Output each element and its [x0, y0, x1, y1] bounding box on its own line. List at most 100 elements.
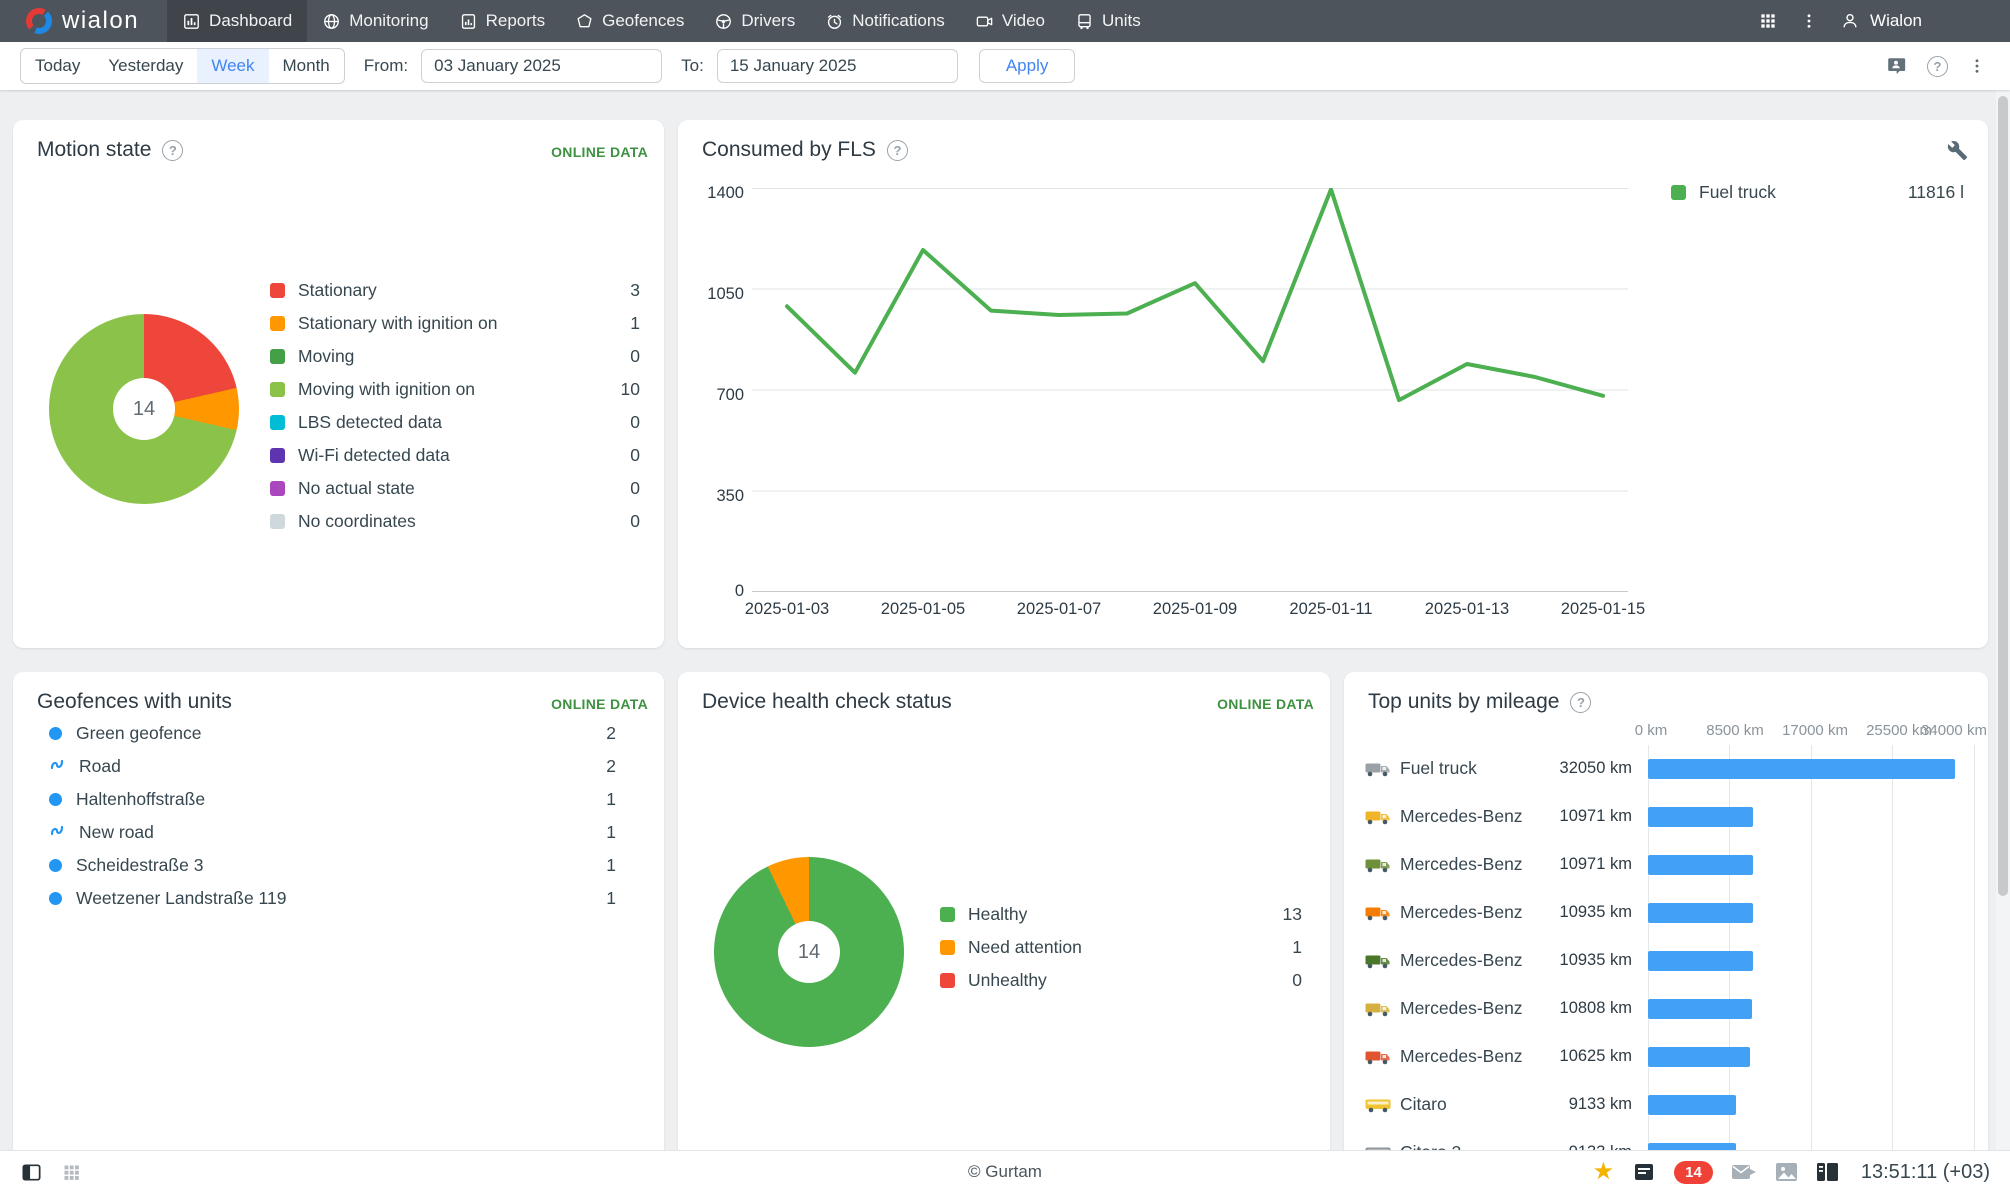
geofence-unit-count: 2	[606, 723, 616, 743]
legend-swatch	[270, 448, 285, 463]
nav-tab-label: Drivers	[741, 11, 796, 30]
range-yesterday-button[interactable]: Yesterday	[94, 49, 197, 83]
legend-item-no-coordinates[interactable]: No coordinates 0	[270, 505, 640, 538]
to-label: To:	[681, 56, 704, 75]
apply-button[interactable]: Apply	[978, 49, 1076, 83]
geofence-unit-count: 1	[606, 789, 616, 809]
geofence-route-icon	[49, 756, 65, 777]
consumed-by-fls-panel: Consumed by FLS Fuel truck 11816 l 1400 …	[678, 120, 1988, 648]
mileage-row[interactable]: Mercedes-Benz 10808 km	[1344, 985, 1988, 1033]
mileage-row[interactable]: Citaro 9133 km	[1344, 1081, 1988, 1129]
nav-tab-label: Video	[1001, 11, 1045, 30]
range-week-button[interactable]: Week	[197, 49, 269, 83]
help-icon[interactable]	[886, 139, 908, 161]
legend-label: Need attention	[968, 937, 1082, 957]
legend-item-moving-ignition[interactable]: Moving with ignition on 10	[270, 373, 640, 406]
panel-title-row: Top units by mileage	[1368, 690, 1592, 714]
mileage-row[interactable]: Fuel truck 32050 km	[1344, 745, 1988, 793]
mileage-row[interactable]: Mercedes-Benz 10935 km	[1344, 889, 1988, 937]
geofence-list-item[interactable]: New road 1	[49, 816, 616, 849]
vertical-scrollbar[interactable]	[1996, 90, 2010, 1151]
legend-value: 1	[630, 313, 640, 333]
geofence-name: Haltenhoffstraße	[76, 789, 206, 809]
mileage-row[interactable]: Mercedes-Benz 10971 km	[1344, 841, 1988, 889]
nav-tab-video[interactable]: Video	[960, 0, 1060, 42]
nav-tab-dashboard[interactable]: Dashboard	[167, 0, 308, 42]
unit-name: Fuel truck	[1400, 758, 1477, 778]
mileage-value: 10935 km	[1559, 951, 1632, 969]
toolbar-kebab-icon[interactable]	[1968, 57, 1986, 75]
motion-state-panel: Motion state ONLINE DATA 14 Stationary 3 …	[13, 120, 664, 648]
status-bar: © Gurtam ★ 14 13:51:11 (+03)	[0, 1150, 2010, 1193]
user-account-button[interactable]: Wialon	[1840, 11, 1922, 31]
scrollbar-thumb[interactable]	[1998, 96, 2008, 896]
nav-tab-monitoring[interactable]: Monitoring	[307, 0, 443, 42]
geofence-name: New road	[79, 822, 154, 842]
legend-value: 0	[1292, 970, 1302, 990]
nav-tab-units[interactable]: Units	[1060, 0, 1156, 42]
legend-item-wifi[interactable]: Wi-Fi detected data 0	[270, 439, 640, 472]
quick-range-control: Today Yesterday Week Month	[20, 48, 345, 84]
legend-item-stationary-ignition[interactable]: Stationary with ignition on 1	[270, 307, 640, 340]
bus-icon	[1365, 1097, 1391, 1113]
favorites-star-icon[interactable]: ★	[1593, 1160, 1615, 1184]
legend-item-lbs[interactable]: LBS detected data 0	[270, 406, 640, 439]
mileage-row[interactable]: Mercedes-Benz 10625 km	[1344, 1033, 1988, 1081]
mail-send-icon[interactable]	[1731, 1161, 1757, 1183]
from-label: From:	[363, 56, 409, 75]
wialon-swirl-icon	[26, 8, 52, 34]
toolbar-icons	[1885, 55, 1990, 77]
messages-icon[interactable]	[1632, 1160, 1656, 1184]
help-icon[interactable]	[1570, 691, 1592, 713]
unit-name: Mercedes-Benz	[1400, 854, 1523, 874]
legend-item-unhealthy[interactable]: Unhealthy 0	[940, 964, 1302, 997]
legend-item-need-attention[interactable]: Need attention 1	[940, 931, 1302, 964]
mileage-row[interactable]: Mercedes-Benz 10935 km	[1344, 937, 1988, 985]
geofence-list-item[interactable]: Haltenhoffstraße 1	[49, 783, 616, 816]
mileage-row[interactable]: Mercedes-Benz 10971 km	[1344, 793, 1988, 841]
nav-tab-reports[interactable]: Reports	[444, 0, 561, 42]
x-axis-tick: 2025-01-09	[1152, 600, 1238, 618]
fls-legend-row[interactable]: Fuel truck 11816 l	[1671, 182, 1964, 203]
geofence-list-item[interactable]: Road 2	[49, 750, 616, 783]
unit-name: Mercedes-Benz	[1400, 998, 1523, 1018]
wialon-app: wialon Dashboard Monitoring Reports Geof…	[0, 0, 2010, 1193]
messages-count-badge[interactable]: 14	[1674, 1160, 1713, 1184]
panel-title: Device health check status	[702, 690, 952, 713]
help-icon[interactable]	[1927, 55, 1948, 77]
apps-grid-icon[interactable]	[1758, 11, 1778, 31]
x-axis-tick: 8500 km	[1706, 722, 1764, 739]
unit-truck-icon	[1075, 12, 1094, 31]
top-units-mileage-panel: Top units by mileage 0 km 8500 km 17000 …	[1344, 672, 1988, 1151]
nav-tab-geofences[interactable]: Geofences	[560, 0, 699, 42]
legend-item-no-actual-state[interactable]: No actual state 0	[270, 472, 640, 505]
nav-tab-label: Dashboard	[209, 11, 293, 30]
legend-item-moving[interactable]: Moving 0	[270, 340, 640, 373]
unit-name: Mercedes-Benz	[1400, 902, 1523, 922]
truck-icon	[1365, 809, 1391, 825]
contact-support-icon[interactable]	[1885, 55, 1907, 77]
geofence-circle-icon	[49, 793, 62, 806]
geofence-name: Weetzener Landstraße 119	[76, 888, 287, 908]
help-icon[interactable]	[162, 139, 184, 161]
geofence-route-icon	[49, 822, 65, 843]
legend-item-stationary[interactable]: Stationary 3	[270, 274, 640, 307]
wrench-settings-icon[interactable]	[1947, 140, 1968, 166]
geofence-list-item[interactable]: Weetzener Landstraße 119 1	[49, 882, 616, 915]
nav-tab-drivers[interactable]: Drivers	[699, 0, 810, 42]
range-month-button[interactable]: Month	[269, 49, 344, 83]
to-date-input[interactable]: 15 January 2025	[716, 49, 958, 83]
device-health-panel: Device health check status ONLINE DATA 1…	[678, 672, 1330, 1151]
media-image-icon[interactable]	[1775, 1162, 1798, 1182]
geofences-panel: Geofences with units ONLINE DATA Green g…	[13, 672, 664, 1151]
geofence-list-item[interactable]: Scheidestraße 3 1	[49, 849, 616, 882]
mileage-row[interactable]: Citaro 2 9133 km	[1344, 1129, 1988, 1151]
split-panel-icon[interactable]	[1816, 1162, 1839, 1182]
kebab-menu-icon[interactable]	[1800, 12, 1818, 30]
range-today-button[interactable]: Today	[21, 49, 94, 83]
from-date-input[interactable]: 03 January 2025	[421, 49, 663, 83]
wialon-logo[interactable]: wialon	[0, 7, 167, 35]
nav-tab-notifications[interactable]: Notifications	[810, 0, 960, 42]
geofence-list-item[interactable]: Green geofence 2	[49, 717, 616, 750]
legend-item-healthy[interactable]: Healthy 13	[940, 898, 1302, 931]
